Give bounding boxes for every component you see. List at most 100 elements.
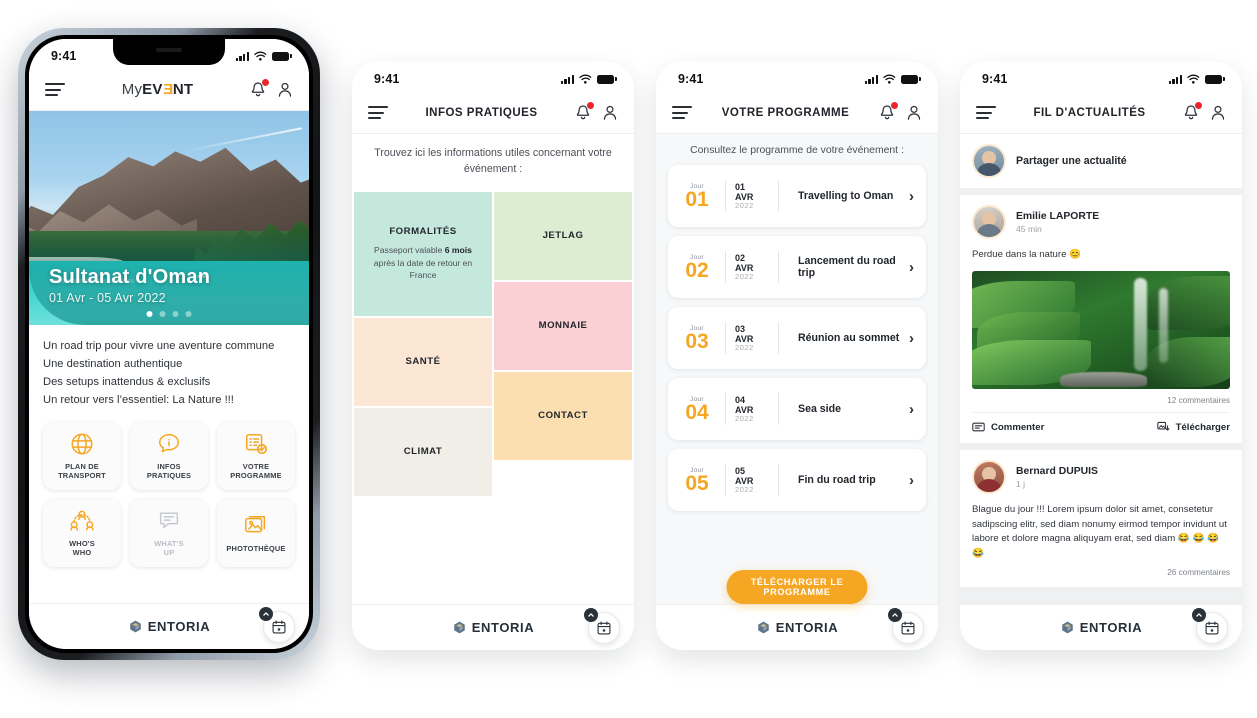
infos-cell-climat[interactable]: CLIMAT: [354, 407, 492, 496]
infos-cell-jetlag[interactable]: JETLAG: [494, 191, 632, 280]
phone-device-feed: 9:41 FIL D'ACTUALITÉS Partager une actua…: [960, 62, 1242, 650]
entoria-logo: ENTORIA: [756, 620, 838, 635]
entoria-wordmark: ENTORIA: [1079, 620, 1143, 635]
status-time: 9:41: [374, 72, 400, 86]
page-title: FIL D'ACTUALITÉS: [1033, 106, 1146, 119]
date-day: 01: [735, 181, 746, 192]
programme-list: Consultez le programme de votre événemen…: [656, 134, 938, 604]
infos-cell-contact[interactable]: CONTACT: [494, 371, 632, 460]
menu-icon[interactable]: [45, 82, 65, 97]
tile-whos-who[interactable]: WHO'S WHO: [43, 498, 121, 567]
infos-column-left: FORMALITÉS Passeport valable 6 mois aprè…: [354, 191, 492, 496]
avatar[interactable]: [972, 460, 1006, 495]
date-year: 2022: [735, 413, 754, 423]
profile-icon[interactable]: [277, 81, 293, 98]
menu-icon[interactable]: [672, 105, 692, 120]
notifications-button[interactable]: [1183, 101, 1203, 121]
tile-infos-pratiques[interactable]: INFOS PRATIQUES: [130, 421, 208, 490]
wifi-icon: [254, 51, 267, 61]
tile-votre-programme[interactable]: VOTRE PROGRAMME: [217, 421, 295, 490]
programme-item[interactable]: Jour 04 04 AVR 2022 Sea side ›: [668, 378, 926, 440]
date-year: 2022: [735, 200, 754, 210]
programme-lead-text: Consultez le programme de votre événemen…: [690, 145, 904, 156]
chevron-right-icon[interactable]: ›: [909, 260, 914, 275]
date-day: 02: [735, 252, 746, 263]
calendar-fab[interactable]: [584, 607, 620, 644]
app-bar-actions: [879, 101, 922, 121]
entoria-wordmark: ENTORIA: [471, 620, 535, 635]
infos-cell-formalites[interactable]: FORMALITÉS Passeport valable 6 mois aprè…: [354, 191, 492, 316]
status-icons: [235, 51, 292, 61]
tile-phototheque[interactable]: PHOTOTHÈQUE: [217, 498, 295, 567]
infos-cell-monnaie[interactable]: MONNAIE: [494, 281, 632, 370]
carousel-dot[interactable]: [172, 311, 179, 317]
download-programme-button[interactable]: TÉLÉCHARGER LE PROGRAMME: [726, 570, 868, 604]
phone-notch: [450, 62, 536, 79]
chevron-right-icon[interactable]: ›: [909, 402, 914, 417]
post-photo[interactable]: [972, 271, 1230, 390]
programme-item[interactable]: Jour 02 02 AVR 2022 Lancement du road tr…: [668, 236, 926, 298]
carousel-dot[interactable]: [159, 311, 166, 317]
share-composer[interactable]: Partager une actualité: [960, 134, 1242, 188]
carousel-dots[interactable]: [146, 311, 192, 317]
divider: [725, 251, 726, 283]
avatar-body: [976, 224, 1002, 237]
entoria-mark-icon: [1062, 621, 1073, 634]
calendar-fab[interactable]: [1192, 607, 1228, 644]
notifications-button[interactable]: [250, 78, 270, 98]
wifi-icon: [579, 74, 592, 84]
programme-title: Lancement du road trip: [798, 255, 896, 279]
menu-icon[interactable]: [368, 105, 388, 120]
feed-post: Bernard DUPUIS 1 j Blague du jour !!! Lo…: [960, 450, 1242, 587]
wifi-icon: [883, 74, 896, 84]
notifications-button[interactable]: [879, 101, 899, 121]
battery-icon: [1205, 74, 1225, 84]
calendar-fab[interactable]: [888, 607, 924, 644]
screen-home: 9:41 MyEVENT Sultanat d'Oman 01 Avr - 05…: [29, 39, 309, 649]
notification-badge: [1193, 101, 1203, 110]
carousel-dot[interactable]: [146, 311, 153, 317]
infos-cell-sante[interactable]: SANTÉ: [354, 317, 492, 406]
profile-icon[interactable]: [1210, 104, 1226, 121]
phone-device-home: 9:41 MyEVENT Sultanat d'Oman 01 Avr - 05…: [18, 28, 320, 660]
tile-plan-de-transport[interactable]: PLAN DE TRANSPORT: [43, 421, 121, 490]
hero-carousel[interactable]: Sultanat d'Oman 01 Avr - 05 Avr 2022: [29, 111, 309, 325]
entoria-wordmark: ENTORIA: [147, 619, 211, 634]
comment-count: 12 commentaires: [1167, 396, 1230, 406]
profile-icon[interactable]: [602, 104, 618, 121]
date-block: 04 AVR 2022: [735, 395, 769, 423]
battery-icon: [901, 74, 921, 84]
programme-item[interactable]: Jour 01 01 AVR 2022 Travelling to Oman ›: [668, 165, 926, 227]
menu-icon[interactable]: [976, 105, 996, 120]
chevron-right-icon[interactable]: ›: [909, 473, 914, 488]
comment-button[interactable]: Commenter: [972, 422, 1044, 433]
footer-bar: ENTORIA: [656, 604, 938, 650]
phone-device-programme: 9:41 VOTRE PROGRAMME Consultez le progra…: [656, 62, 938, 650]
hero-title: Sultanat d'Oman: [49, 266, 211, 288]
post-author: Bernard DUPUIS: [1016, 465, 1098, 477]
composer-row: Partager une actualité: [972, 144, 1230, 178]
entoria-logo: ENTORIA: [128, 619, 210, 634]
carousel-dot[interactable]: [185, 311, 192, 317]
chevron-right-icon[interactable]: ›: [909, 189, 914, 204]
post-author: Emilie LAPORTE: [1016, 210, 1100, 222]
phone-notch: [1058, 62, 1144, 79]
notifications-button[interactable]: [575, 101, 595, 121]
programme-item[interactable]: Jour 05 05 AVR 2022 Fin du road trip ›: [668, 449, 926, 511]
download-button[interactable]: Télécharger: [1156, 421, 1230, 433]
date-block: 02 AVR 2022: [735, 253, 769, 281]
post-header: Bernard DUPUIS 1 j: [972, 460, 1230, 495]
programme-item[interactable]: Jour 03 03 AVR 2022 Réunion au sommet ›: [668, 307, 926, 369]
avatar[interactable]: [972, 205, 1006, 239]
people-network-icon: [70, 510, 94, 531]
profile-icon[interactable]: [906, 104, 922, 121]
calendar-fab[interactable]: [259, 606, 295, 643]
signal-icon: [1168, 74, 1182, 84]
day-block: Jour 05: [678, 467, 716, 494]
post-header: Emilie LAPORTE 45 min: [972, 205, 1230, 239]
chevron-right-icon[interactable]: ›: [909, 331, 914, 346]
phone-bezel-inner: 9:41 MyEVENT Sultanat d'Oman 01 Avr - 05…: [25, 35, 313, 653]
tile-whats-up[interactable]: WHAT'S UP: [130, 498, 208, 567]
signal-icon: [864, 74, 878, 84]
infos-cell-title: MONNAIE: [538, 320, 588, 332]
